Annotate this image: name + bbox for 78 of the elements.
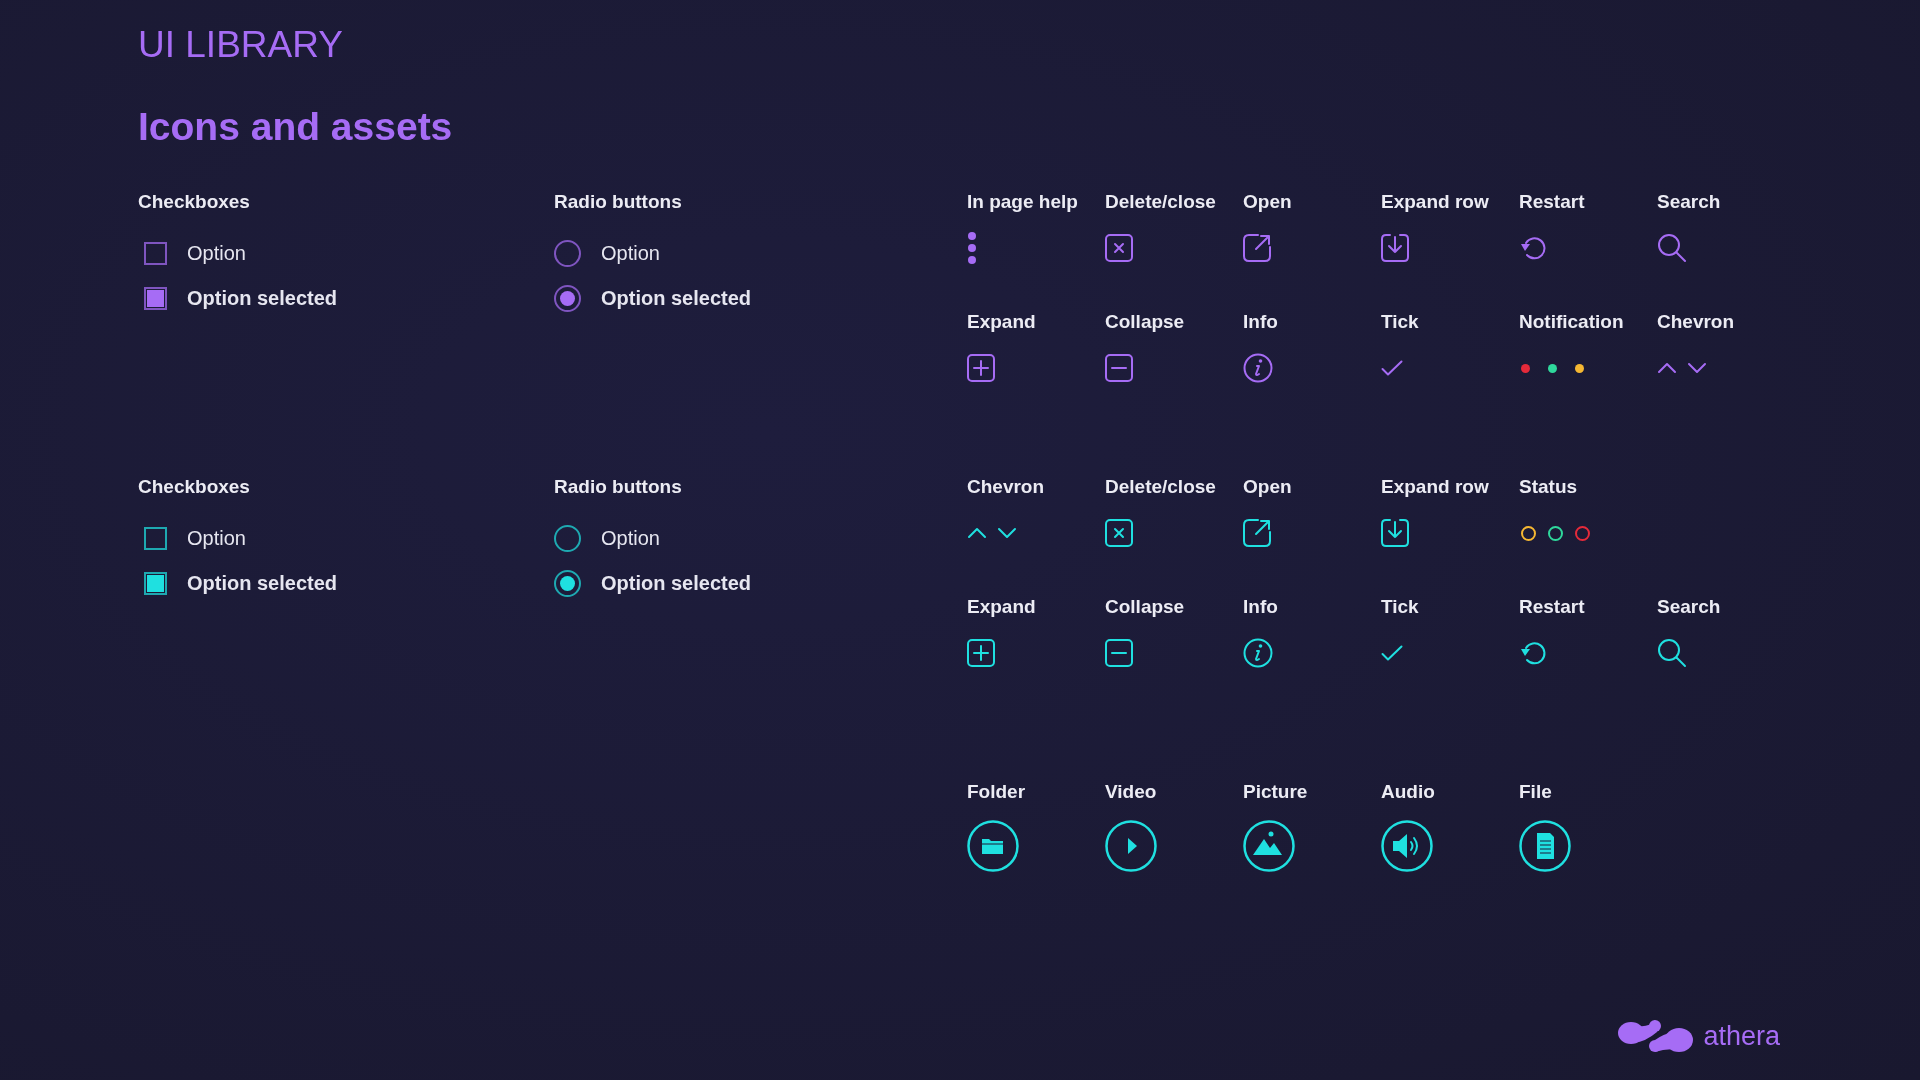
icon-label: Expand row [1381,475,1490,499]
icon-label: Collapse [1105,310,1186,334]
library-title: UI LIBRARY [138,23,344,67]
option-label: Option selected [601,287,752,310]
minus-box-icon [1105,639,1133,667]
checkbox[interactable] [144,242,167,265]
minus-box-icon [1105,354,1133,382]
chevron-down-icon [1687,362,1707,374]
icon-label: Chevron [1657,310,1736,334]
chevron-up-icon [1657,362,1677,374]
option-label: Option [601,242,660,265]
section-heading: Radio buttons [554,475,683,499]
plus-box-icon [967,354,995,382]
checkbox[interactable] [144,287,167,310]
icon-label: Open [1243,190,1293,214]
play-icon [1105,820,1157,872]
icon-label: Search [1657,595,1722,619]
info-icon [1243,638,1273,668]
option-label: Option selected [187,572,338,595]
option-label: Option selected [601,572,752,595]
close-icon [1105,519,1133,547]
option-label: Option [187,242,246,265]
box-down-arrow-icon [1381,519,1409,547]
icon-label: Expand [967,595,1037,619]
icon-label: Collapse [1105,595,1186,619]
icon-label: Audio [1381,780,1436,804]
icon-label: Status [1519,475,1579,499]
icon-label: Search [1657,190,1722,214]
section-heading: Checkboxes [138,190,251,214]
icon-label: Expand row [1381,190,1490,214]
option-label: Option [601,527,660,550]
icon-label: Expand [967,310,1037,334]
icon-label: Info [1243,310,1279,334]
icon-label: Tick [1381,595,1420,619]
open-external-icon [1243,519,1271,547]
checkbox[interactable] [144,572,167,595]
open-external-icon [1243,234,1271,262]
radio-button[interactable] [554,240,581,267]
box-down-arrow-icon [1381,234,1409,262]
icon-label: Restart [1519,595,1586,619]
icon-label: Tick [1381,310,1420,334]
section-heading: Checkboxes [138,475,251,499]
chevron-down-icon [997,527,1017,539]
chevron-up-icon [967,527,987,539]
speaker-icon [1381,820,1433,872]
icon-label: Notification [1519,310,1625,334]
icon-label: Chevron [967,475,1046,499]
search-icon [1657,233,1687,263]
tick-icon [1381,645,1403,661]
document-icon [1519,820,1571,872]
mountain-picture-icon [1243,820,1295,872]
tick-icon [1381,360,1403,376]
option-label: Option [187,527,246,550]
checkbox[interactable] [144,527,167,550]
section-heading: Radio buttons [554,190,683,214]
icon-label: Picture [1243,780,1309,804]
plus-box-icon [967,639,995,667]
radio-button[interactable] [554,285,581,312]
icon-label: Info [1243,595,1279,619]
search-icon [1657,638,1687,668]
vertical-dots-icon [967,231,977,265]
page-title: Icons and assets [138,104,454,150]
radio-button[interactable] [554,525,581,552]
logo-mark-icon [1617,1018,1696,1054]
radio-button[interactable] [554,570,581,597]
icon-label: Delete/close [1105,190,1217,214]
folder-icon [967,820,1019,872]
icon-label: In page help [967,190,1079,214]
close-icon [1105,234,1133,262]
logo-text: athera [1703,1020,1780,1052]
info-icon [1243,353,1273,383]
icon-label: Folder [967,780,1027,804]
icon-label: Delete/close [1105,475,1217,499]
option-label: Option selected [187,287,338,310]
icon-label: Video [1105,780,1158,804]
icon-label: File [1519,780,1553,804]
icon-label: Restart [1519,190,1586,214]
icon-label: Open [1243,475,1293,499]
